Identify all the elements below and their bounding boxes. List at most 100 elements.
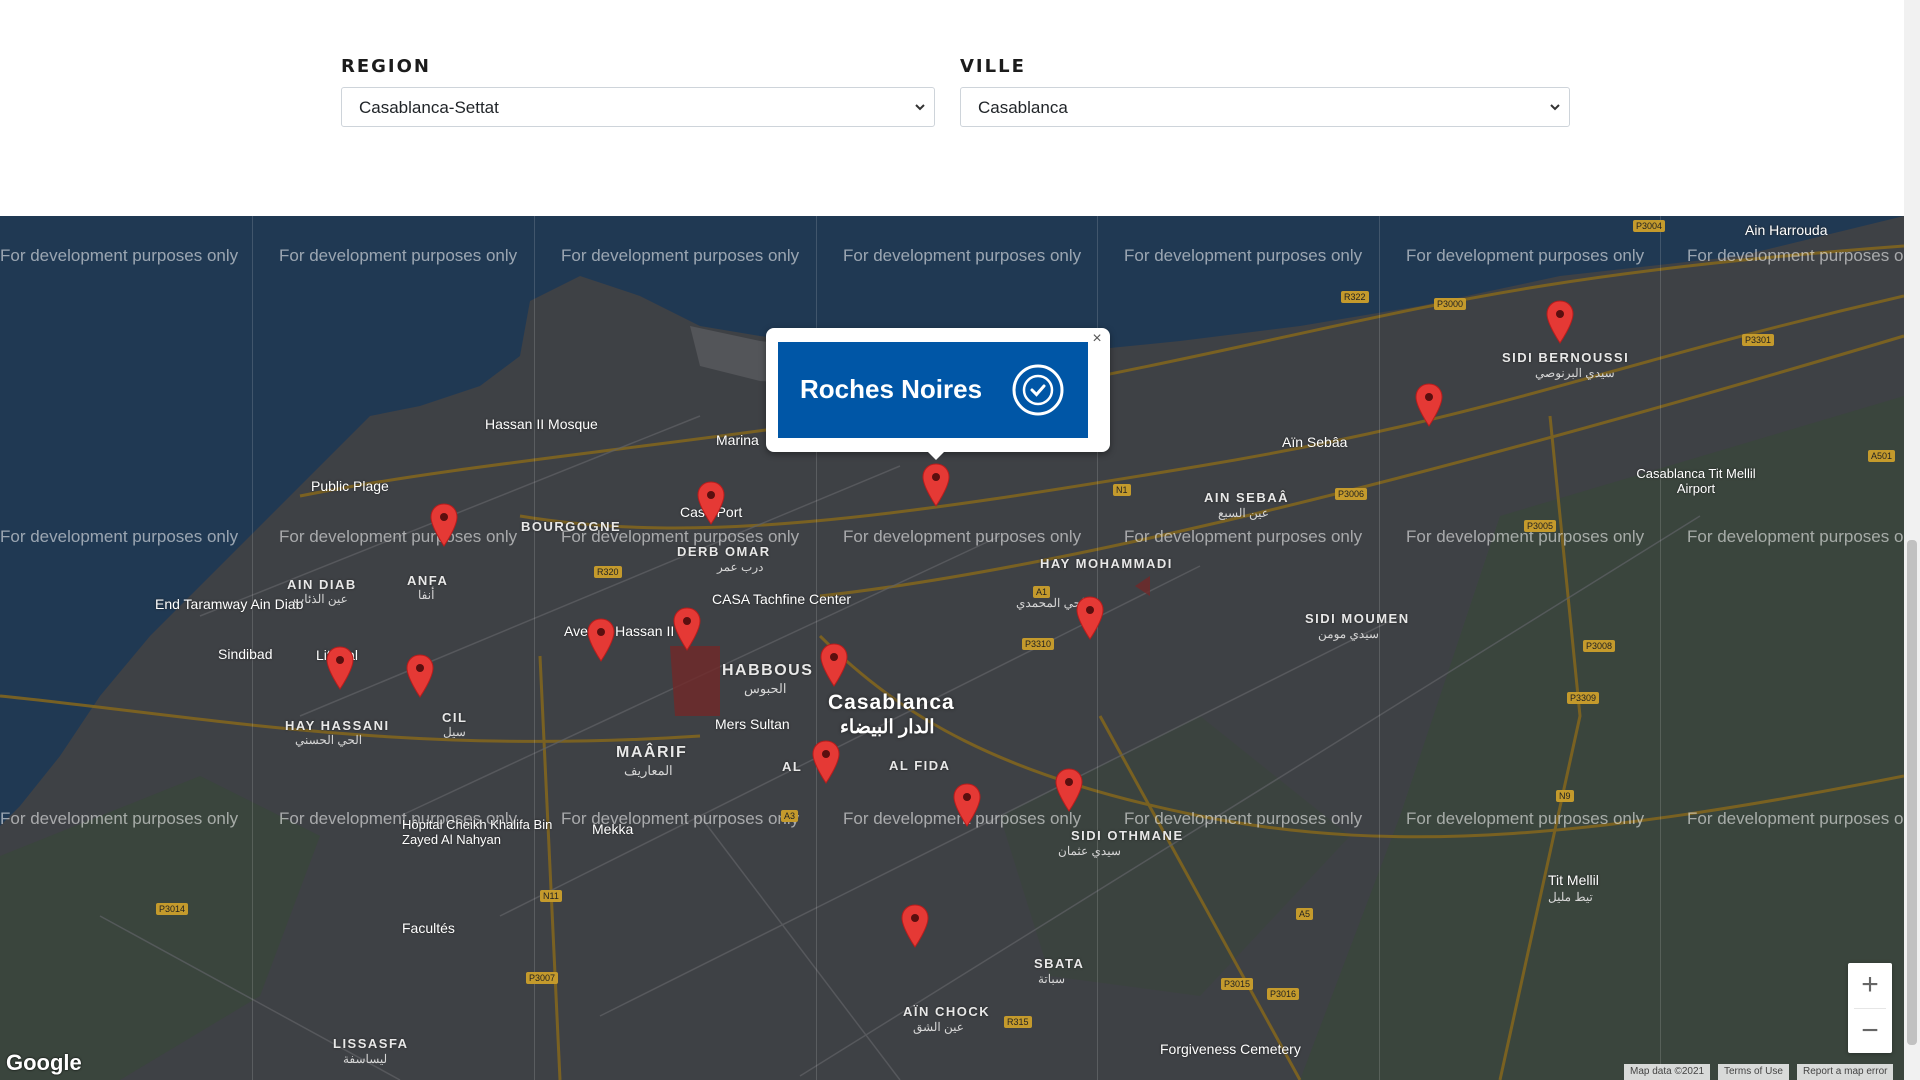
place-hassan-mosque: Hassan II Mosque [485, 416, 598, 432]
district-derb-omar: DERB OMAR [677, 544, 771, 559]
map-marker-pin[interactable] [326, 646, 354, 690]
map-marker-pin[interactable] [901, 904, 929, 948]
district-derb-omar-ar: درب عمر [717, 560, 764, 574]
road-shield: P3004 [1633, 220, 1666, 232]
road-shield: P3309 [1567, 692, 1600, 704]
google-logo[interactable]: Google [6, 1050, 82, 1076]
district-bourgogne: BOURGOGNE [521, 519, 622, 534]
attribution-terms-link[interactable]: Terms of Use [1718, 1064, 1789, 1080]
district-hay-hassani: HAY HASSANI [285, 718, 390, 733]
zoom-in-button[interactable]: + [1848, 963, 1892, 1007]
district-ain-sebaa-ar: عين السبع [1218, 506, 1269, 520]
ville-filter: VILLE Casablanca [960, 56, 1570, 127]
region-select[interactable]: Casablanca-Settat [341, 87, 935, 127]
road-shield: N11 [540, 890, 562, 902]
info-window-card[interactable]: Roches Noires [778, 342, 1088, 438]
map-marker-pin[interactable] [587, 618, 615, 662]
district-sidi-bernoussi-ar: سيدي البرنوصي [1535, 366, 1615, 380]
page-scrollbar[interactable] [1904, 0, 1920, 1080]
road-shield: P3015 [1221, 978, 1254, 990]
map-marker-pin[interactable] [673, 607, 701, 651]
place-end-taramway: End Taramway Ain Diab [155, 596, 304, 612]
district-habbous-ar: الحبوس [744, 681, 787, 696]
map-marker-pin[interactable] [953, 783, 981, 827]
attribution-report-link[interactable]: Report a map error [1797, 1064, 1894, 1080]
dev-watermark: For development purposes only [1687, 809, 1904, 828]
road-shield: R322 [1341, 291, 1369, 303]
district-cil-ar: سيل [443, 725, 466, 739]
dev-watermark: For development purposes only [843, 527, 1082, 546]
ville-label: VILLE [960, 56, 1026, 77]
map-marker-pin[interactable] [1055, 768, 1083, 812]
map-marker-pin[interactable] [820, 643, 848, 687]
road-shield: P3014 [156, 903, 189, 915]
ville-select[interactable]: Casablanca [960, 87, 1570, 127]
dev-watermark: For development purposes only [1124, 246, 1363, 265]
district-hay-mohammadi: HAY MOHAMMADI [1040, 556, 1173, 571]
place-forgiveness-cemetery: Forgiveness Cemetery [1160, 1041, 1301, 1057]
map-marker-pin[interactable] [406, 654, 434, 698]
district-sbata: SBATA [1034, 956, 1085, 971]
dev-watermark: For development purposes only [279, 527, 518, 546]
district-maarif: MAÂRIF [616, 744, 688, 761]
map-marker-pin[interactable] [697, 481, 725, 525]
dev-watermark: For development purposes only [843, 246, 1082, 265]
dev-watermark: For development purposes only [561, 246, 800, 265]
road-shield: P3310 [1022, 638, 1055, 650]
dev-watermark: For development purposes only [1124, 527, 1363, 546]
dev-grid-line [1660, 216, 1661, 1080]
dev-grid-line [1379, 216, 1380, 1080]
place-hopital: Hôpital Cheikh Khalifa Bin Zayed Al Nahy… [402, 817, 553, 847]
place-marina: Marina [716, 432, 759, 448]
road-shield: P3016 [1267, 988, 1300, 1000]
district-hay-hassani-ar: الحي الحسني [295, 733, 363, 747]
info-window-tail [926, 450, 946, 460]
place-tit-mellil: Tit Mellil [1548, 872, 1599, 888]
zoom-out-button[interactable]: − [1848, 1009, 1892, 1053]
map-marker-pin[interactable] [922, 463, 950, 507]
map-marker-pin[interactable] [1415, 383, 1443, 427]
chevron-down-icon [915, 104, 925, 111]
district-maarif-ar: المعاريف [624, 763, 673, 778]
road-shield: P3005 [1524, 520, 1557, 532]
road-shield: P3008 [1583, 640, 1616, 652]
district-sidi-othmane-ar: سيدي عثمان [1058, 844, 1121, 858]
dev-watermark: For development purposes only [0, 809, 239, 828]
map-marker-pin[interactable] [812, 740, 840, 784]
road-shield: A3 [781, 810, 799, 822]
road-shield: A5 [1296, 908, 1314, 920]
chevron-down-icon [1550, 104, 1560, 111]
attribution-map-data: Map data ©2021 [1624, 1064, 1711, 1080]
road-shield: A1 [1033, 586, 1051, 598]
district-anfa-ar: أنفا [418, 588, 435, 602]
map-marker-pin[interactable] [1546, 300, 1574, 344]
road-shield: P3000 [1434, 298, 1467, 310]
district-sidi-moumen-ar: سيدي مومن [1318, 627, 1379, 641]
road-shield: A501 [1868, 450, 1896, 462]
region-filter: REGION Casablanca-Settat [341, 56, 935, 127]
district-ain-chock: AÏN CHOCK [903, 1004, 991, 1019]
ville-select-value: Casablanca [978, 98, 1068, 117]
dev-watermark: For development purposes only [1687, 246, 1904, 265]
scrollbar-thumb[interactable] [1907, 540, 1917, 1045]
district-anfa: ANFA [407, 573, 449, 588]
map-marker-pin[interactable] [1076, 596, 1104, 640]
district-ain-sebaa: AIN SEBAÂ [1204, 490, 1290, 505]
district-ain-diab: AIN DIAB [287, 577, 357, 592]
place-airport: Casablanca Tit Mellil Airport [1636, 466, 1756, 496]
place-facultes: Facultés [402, 920, 455, 936]
close-icon[interactable]: × [1088, 330, 1106, 348]
district-lissasfa-ar: ليساسفة [343, 1052, 388, 1066]
city-casablanca-ar: الدار البيضاء [840, 717, 935, 738]
place-avenue-hassan: Avenue Hassan II [564, 623, 675, 639]
map-marker-pin[interactable] [430, 503, 458, 547]
place-tit-mellil-ar: تيط مليل [1548, 890, 1593, 904]
dev-grid-line [534, 216, 535, 1080]
place-casa-tachfine: CASA Tachfine Center [712, 591, 852, 607]
district-cil: CIL [442, 710, 468, 725]
district-ain-diab-ar: عين الذئاب [293, 592, 348, 606]
district-sbata-ar: سباتة [1038, 972, 1066, 986]
district-sidi-moumen: SIDI MOUMEN [1305, 611, 1410, 626]
dev-watermark: For development purposes only [0, 527, 239, 546]
city-casablanca: Casablanca [828, 691, 955, 714]
